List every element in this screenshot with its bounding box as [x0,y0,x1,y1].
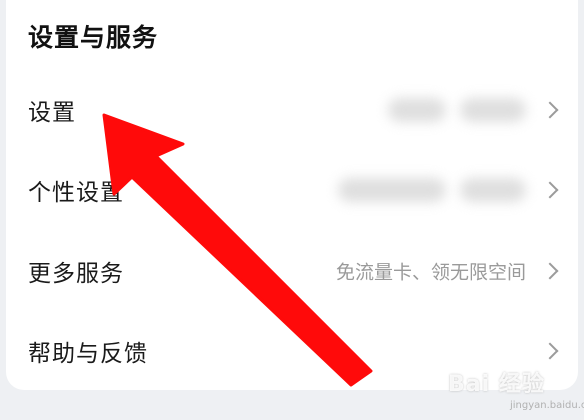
chevron-right-icon [541,262,559,280]
more-services-label: 更多服务 [28,261,124,287]
blurred-value [460,98,526,122]
chevron-right-icon [541,181,559,199]
section-title: 设置与服务 [28,23,159,52]
watermark-site: jingyan.baidu.com [510,400,584,411]
blurred-value [338,178,446,202]
personalization-label: 个性设置 [28,180,124,206]
personalization-row[interactable]: 个性设置 [6,150,578,230]
chevron-right-icon [541,101,559,119]
blurred-value [460,178,526,202]
more-services-value: 免流量卡、领无限空间 [335,261,526,284]
screen: 设置与服务 设置 个性设置 更多服务 免流量卡、领无限空间 帮助与反馈 Bai … [0,0,584,420]
help-feedback-label: 帮助与反馈 [28,341,148,367]
chevron-right-icon [541,342,559,360]
watermark-brand: Bai 经验 [448,372,545,397]
blurred-value [388,98,446,122]
settings-and-services-card: 设置与服务 设置 个性设置 更多服务 免流量卡、领无限空间 帮助与反馈 [6,0,578,390]
settings-label: 设置 [28,100,76,126]
settings-row[interactable]: 设置 [6,70,578,150]
more-services-row[interactable]: 更多服务 免流量卡、领无限空间 [6,231,578,311]
